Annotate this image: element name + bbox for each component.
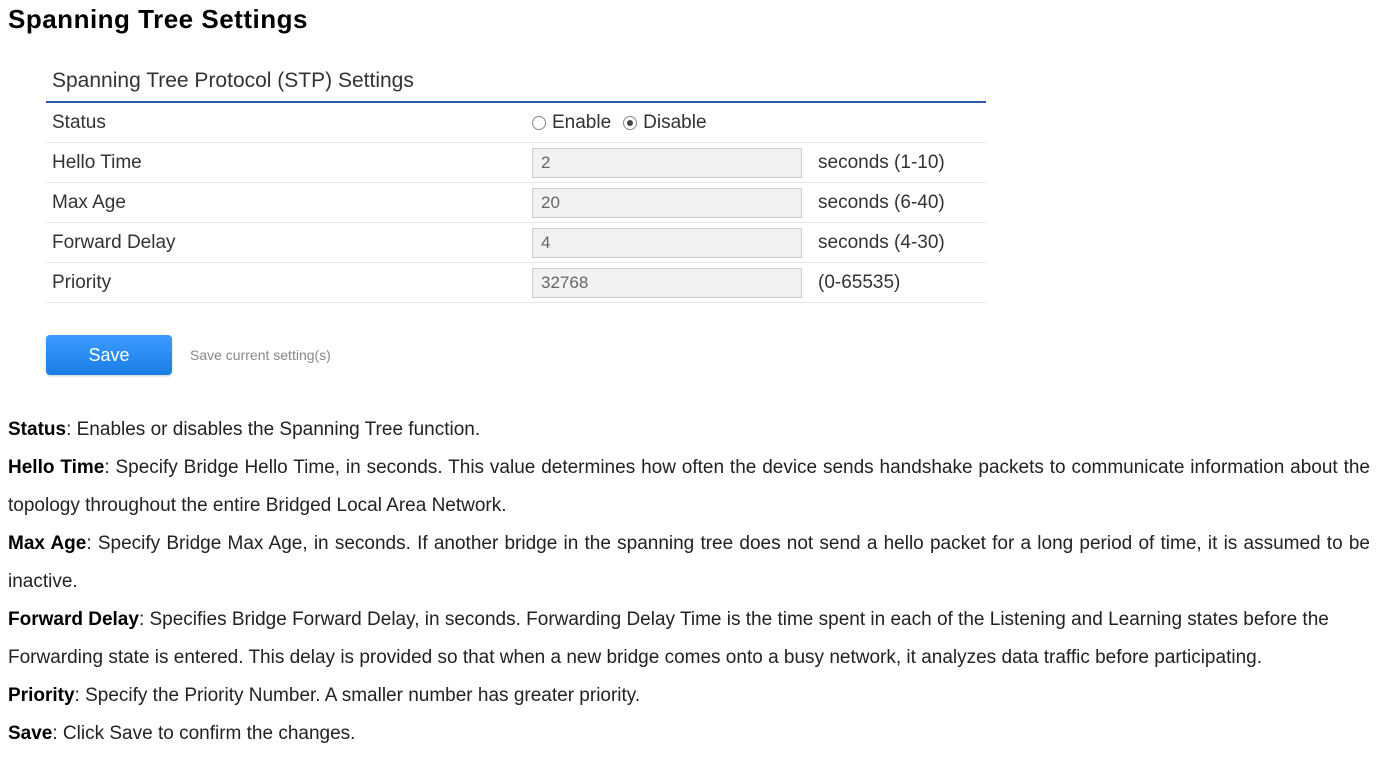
hello-time-unit: seconds (1-10) xyxy=(818,152,945,174)
row-priority: Priority (0-65535) xyxy=(46,263,986,303)
desc-status-text: : Enables or disables the Spanning Tree … xyxy=(66,419,480,440)
hello-time-label: Hello Time xyxy=(52,152,532,174)
row-max-age: Max Age seconds (6-40) xyxy=(46,183,986,223)
status-enable-radio[interactable]: Enable xyxy=(532,112,611,134)
hello-time-input[interactable] xyxy=(532,148,802,178)
forward-delay-unit: seconds (4-30) xyxy=(818,232,945,254)
status-label: Status xyxy=(52,112,532,134)
status-enable-label: Enable xyxy=(552,112,611,134)
save-hint: Save current setting(s) xyxy=(190,347,331,363)
row-status: Status Enable Disable xyxy=(46,103,986,143)
priority-input[interactable] xyxy=(532,268,802,298)
page-title: Spanning Tree Settings xyxy=(8,4,1370,35)
desc-hello-text: : Specify Bridge Hello Time, in seconds.… xyxy=(8,457,1370,516)
desc-status-term: Status xyxy=(8,419,66,440)
panel-heading: Spanning Tree Protocol (STP) Settings xyxy=(46,63,986,103)
desc-maxage-term: Max Age xyxy=(8,533,86,554)
max-age-label: Max Age xyxy=(52,192,532,214)
radio-icon xyxy=(532,116,546,130)
forward-delay-input[interactable] xyxy=(532,228,802,258)
desc-fwd-term: Forward Delay xyxy=(8,609,139,630)
forward-delay-label: Forward Delay xyxy=(52,232,532,254)
status-radio-group: Enable Disable xyxy=(532,112,980,134)
desc-save-term: Save xyxy=(8,723,52,744)
save-row: Save Save current setting(s) xyxy=(46,335,1370,375)
status-disable-radio[interactable]: Disable xyxy=(623,112,706,134)
row-hello-time: Hello Time seconds (1-10) xyxy=(46,143,986,183)
descriptions: Status: Enables or disables the Spanning… xyxy=(8,411,1370,753)
save-button[interactable]: Save xyxy=(46,335,172,375)
desc-fwd-text: : Specifies Bridge Forward Delay, in sec… xyxy=(8,609,1329,668)
desc-priority-text: : Specify the Priority Number. A smaller… xyxy=(75,685,641,706)
row-forward-delay: Forward Delay seconds (4-30) xyxy=(46,223,986,263)
max-age-input[interactable] xyxy=(532,188,802,218)
priority-label: Priority xyxy=(52,272,532,294)
max-age-unit: seconds (6-40) xyxy=(818,192,945,214)
stp-settings-panel: Spanning Tree Protocol (STP) Settings St… xyxy=(46,63,986,303)
priority-unit: (0-65535) xyxy=(818,272,900,294)
desc-save-text: : Click Save to confirm the changes. xyxy=(52,723,355,744)
desc-maxage-text: : Specify Bridge Max Age, in seconds. If… xyxy=(8,533,1370,592)
desc-hello-term: Hello Time xyxy=(8,457,104,478)
desc-priority-term: Priority xyxy=(8,685,75,706)
radio-icon xyxy=(623,116,637,130)
status-disable-label: Disable xyxy=(643,112,706,134)
